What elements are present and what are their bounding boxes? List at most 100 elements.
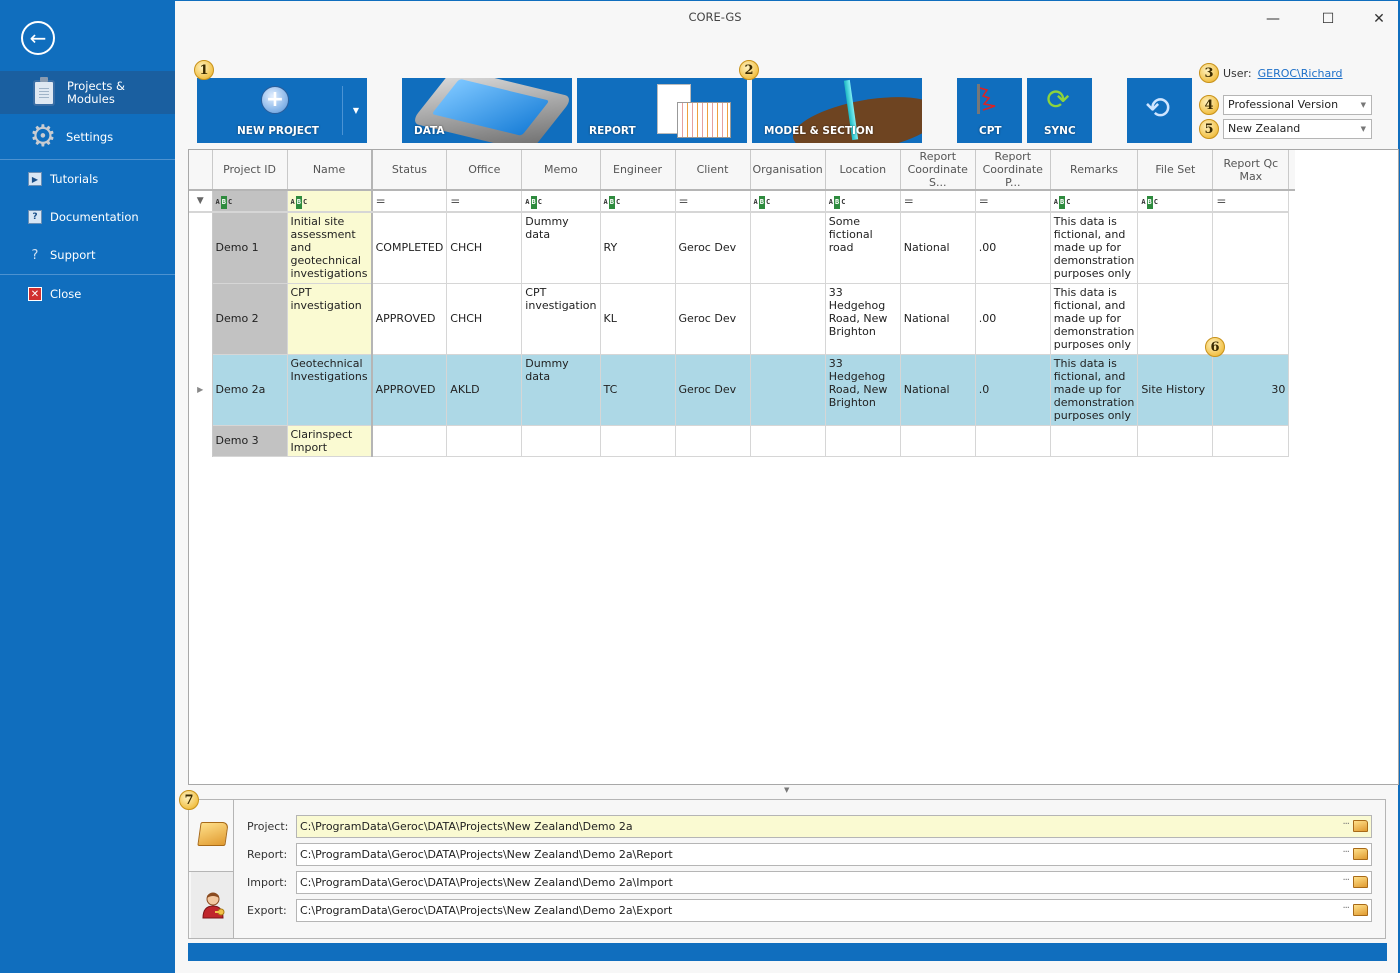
sidebar-item-support[interactable]: ? Support — [0, 246, 175, 264]
version-select[interactable]: Professional Version ▼ — [1223, 95, 1372, 115]
col-header-location[interactable]: Location — [825, 150, 901, 191]
cell-remarks[interactable]: This data is fictional, and made up for … — [1050, 354, 1139, 426]
cell-file-set[interactable] — [1137, 212, 1214, 284]
sidebar-item-documentation[interactable]: ? Documentation — [0, 208, 175, 226]
table-row[interactable]: Demo 2 CPT investigation APPROVED CHCH CPT i… — [189, 283, 1296, 355]
model-section-button[interactable]: MODEL & SECTION — [752, 78, 922, 143]
cell-remarks[interactable] — [1050, 425, 1139, 457]
cell-name[interactable]: Geotechnical Investigations — [287, 354, 373, 426]
col-header-report-coordinate-precision[interactable]: Report Coordinate P... — [975, 150, 1051, 191]
cell-organisation[interactable] — [750, 354, 826, 426]
data-button[interactable]: DATA — [402, 78, 572, 143]
cell-engineer[interactable]: KL — [600, 283, 676, 355]
cell-report-coordinate-precision[interactable]: .00 — [975, 212, 1051, 284]
col-header-organisation[interactable]: Organisation — [750, 150, 826, 191]
browse-folder-icon[interactable] — [1353, 820, 1368, 832]
cell-report-coordinate-precision[interactable] — [975, 425, 1051, 457]
cell-project-id[interactable]: Demo 2 — [212, 283, 288, 355]
cell-memo[interactable] — [521, 425, 601, 457]
row-indicator[interactable] — [189, 283, 213, 354]
cell-engineer[interactable] — [600, 425, 676, 457]
ellipsis-button[interactable]: ··· — [1342, 875, 1349, 886]
cell-client[interactable] — [675, 425, 751, 457]
filter-cell-organisation[interactable]: ABC — [750, 190, 826, 213]
maximize-button[interactable]: ☐ — [1318, 11, 1338, 27]
cell-status[interactable]: APPROVED — [371, 354, 448, 426]
ellipsis-button[interactable]: ··· — [1342, 903, 1349, 914]
folders-tab[interactable] — [189, 800, 234, 872]
cell-file-set[interactable] — [1137, 425, 1214, 457]
row-indicator[interactable] — [189, 212, 213, 283]
cell-report-coordinate-precision[interactable]: .0 — [975, 354, 1051, 426]
cell-name[interactable]: Initial site assessment and geotechnical… — [287, 212, 373, 284]
cell-report-qc-max[interactable] — [1212, 212, 1290, 284]
filter-cell-memo[interactable]: ABC — [521, 190, 601, 213]
minimize-button[interactable]: — — [1263, 11, 1283, 27]
cell-office[interactable]: CHCH — [446, 283, 523, 355]
cell-project-id[interactable]: Demo 2a — [212, 354, 288, 426]
cell-report-coordinate-system[interactable]: National — [900, 212, 976, 284]
filter-cell-name[interactable]: ABC — [287, 190, 373, 213]
ellipsis-button[interactable]: ··· — [1342, 819, 1349, 830]
cell-engineer[interactable]: TC — [600, 354, 676, 426]
user-settings-tab[interactable] — [191, 872, 234, 938]
row-indicator[interactable]: ▶ — [189, 354, 213, 425]
export-path-input[interactable]: C:\ProgramData\Geroc\DATA\Projects\New Z… — [296, 899, 1372, 922]
col-header-engineer[interactable]: Engineer — [600, 150, 676, 191]
cell-status[interactable]: APPROVED — [371, 283, 448, 355]
cell-name[interactable]: CPT investigation — [287, 283, 373, 355]
window-close-button[interactable]: ✕ — [1369, 11, 1389, 27]
cell-memo[interactable]: CPT investigation — [521, 283, 601, 355]
cell-report-coordinate-precision[interactable]: .00 — [975, 283, 1051, 355]
ellipsis-button[interactable]: ··· — [1342, 847, 1349, 858]
filter-cell-office[interactable]: = — [446, 190, 523, 213]
cell-name[interactable]: Clarinspect Import — [287, 425, 373, 457]
cell-report-coordinate-system[interactable]: National — [900, 283, 976, 355]
filter-cell-file-set[interactable]: ABC — [1137, 190, 1214, 213]
browse-folder-icon[interactable] — [1353, 876, 1368, 888]
sidebar-item-close[interactable]: ✕ Close — [0, 285, 175, 303]
filter-cell-client[interactable]: = — [675, 190, 751, 213]
cell-location[interactable]: Some fictional road — [825, 212, 901, 284]
cell-office[interactable]: AKLD — [446, 354, 523, 426]
col-header-status[interactable]: Status — [371, 150, 448, 191]
import-path-input[interactable]: C:\ProgramData\Geroc\DATA\Projects\New Z… — [296, 871, 1372, 894]
cell-office[interactable] — [446, 425, 523, 457]
filter-cell-location[interactable]: ABC — [825, 190, 901, 213]
cell-organisation[interactable] — [750, 283, 826, 355]
col-header-name[interactable]: Name — [287, 150, 373, 191]
cell-report-qc-max[interactable]: 30 — [1212, 354, 1290, 426]
cell-location[interactable]: 33 Hedgehog Road, New Brighton — [825, 283, 901, 355]
row-indicator[interactable] — [189, 425, 213, 456]
cell-client[interactable]: Geroc Dev — [675, 212, 751, 284]
user-link[interactable]: GEROC\Richard — [1258, 67, 1343, 80]
browse-folder-icon[interactable] — [1353, 904, 1368, 916]
project-path-input[interactable]: C:\ProgramData\Geroc\DATA\Projects\New Z… — [296, 815, 1372, 838]
cell-file-set[interactable] — [1137, 283, 1214, 355]
sidebar-item-tutorials[interactable]: ▶ Tutorials — [0, 170, 175, 188]
cell-report-coordinate-system[interactable] — [900, 425, 976, 457]
projects-grid[interactable]: Project ID Name Status Office Memo Engin… — [188, 149, 1399, 785]
browse-folder-icon[interactable] — [1353, 848, 1368, 860]
col-header-report-coordinate-system[interactable]: Report Coordinate S... — [900, 150, 976, 191]
col-header-project-id[interactable]: Project ID — [212, 150, 288, 191]
cell-client[interactable]: Geroc Dev — [675, 354, 751, 426]
cell-remarks[interactable]: This data is fictional, and made up for … — [1050, 283, 1139, 355]
col-header-remarks[interactable]: Remarks — [1050, 150, 1139, 191]
cell-project-id[interactable]: Demo 3 — [212, 425, 288, 457]
refresh-button[interactable]: ⟲ — [1127, 78, 1192, 143]
cell-memo[interactable]: Dummy data — [521, 354, 601, 426]
cpt-button[interactable]: CPT — [957, 78, 1022, 143]
sidebar-item-settings[interactable]: ⚙ Settings — [0, 120, 175, 154]
panel-splitter[interactable]: ▼ — [188, 785, 1399, 799]
cell-client[interactable]: Geroc Dev — [675, 283, 751, 355]
region-select[interactable]: New Zealand ▼ — [1223, 119, 1372, 139]
cell-memo[interactable]: Dummy data — [521, 212, 601, 284]
col-header-office[interactable]: Office — [446, 150, 523, 191]
cell-organisation[interactable] — [750, 425, 826, 457]
table-row[interactable]: ▶ Demo 2a Geotechnical Investigations APPRO… — [189, 354, 1296, 426]
col-header-client[interactable]: Client — [675, 150, 751, 191]
new-project-button[interactable]: + NEW PROJECT ▼ — [197, 78, 367, 143]
col-header-report-qc-max[interactable]: Report Qc Max — [1212, 150, 1290, 191]
report-path-input[interactable]: C:\ProgramData\Geroc\DATA\Projects\New Z… — [296, 843, 1372, 866]
